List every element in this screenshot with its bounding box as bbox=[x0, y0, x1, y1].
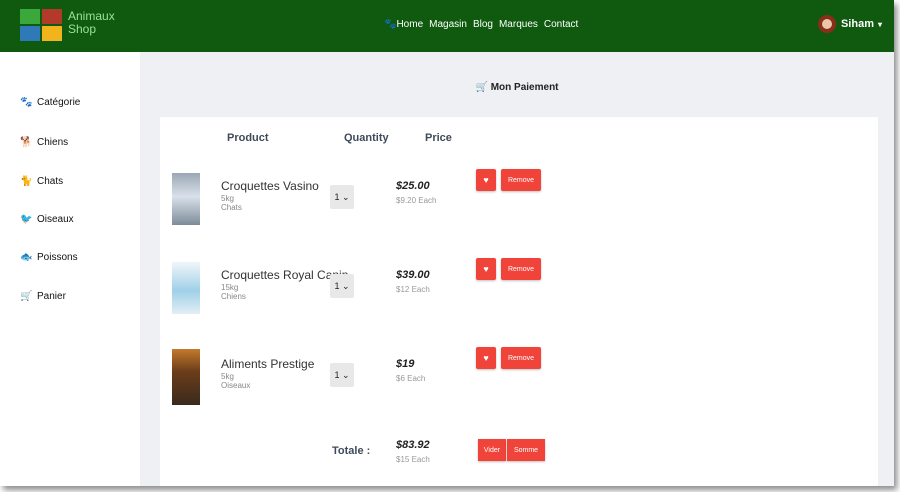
heart-icon: ♥ bbox=[483, 264, 489, 274]
sidebar-item-panier[interactable]: 🛒 Panier bbox=[20, 291, 66, 302]
table-row: Croquettes Vasino 5kg Chats 1 ⌄ $25.00 $… bbox=[160, 169, 878, 243]
logo-square bbox=[42, 9, 62, 24]
product-weight: 15kg bbox=[221, 283, 239, 292]
sidebar-item-label: Panier bbox=[37, 291, 66, 302]
dog-icon: 🐕 bbox=[20, 137, 33, 148]
table-row: Aliments Prestige 5kg Oiseaux 1 ⌄ $19 $6… bbox=[160, 347, 878, 421]
chevron-down-icon: ⌄ bbox=[341, 191, 350, 202]
clear-cart-button[interactable]: Vider bbox=[478, 439, 506, 461]
main-content: 🛒 Mon Paiement Product Quantity Price Cr… bbox=[140, 52, 894, 486]
column-header-price: Price bbox=[425, 132, 452, 144]
favorite-button[interactable]: ♥ bbox=[476, 169, 496, 191]
favorite-button[interactable]: ♥ bbox=[476, 347, 496, 369]
logo[interactable] bbox=[20, 9, 64, 43]
column-header-product: Product bbox=[227, 132, 269, 144]
sidebar-item-label: Chiens bbox=[37, 137, 69, 148]
nav-contact[interactable]: Contact bbox=[544, 19, 578, 30]
product-name: Aliments Prestige bbox=[221, 357, 315, 371]
fish-icon: 🐟 bbox=[20, 252, 33, 263]
total-unit: $15 Each bbox=[396, 455, 430, 464]
avatar bbox=[817, 15, 836, 33]
product-category: Chats bbox=[221, 203, 242, 212]
nav-marques[interactable]: Marques bbox=[499, 19, 538, 30]
product-price: $39.00 bbox=[396, 269, 430, 281]
product-category: Chiens bbox=[221, 292, 246, 301]
user-menu[interactable]: Siham ▾ bbox=[817, 15, 882, 33]
sidebar: 🐾 Catégorie 🐕 Chiens 🐈 Chats 🐦 Oiseaux 🐟… bbox=[0, 52, 140, 486]
product-name: Croquettes Vasino bbox=[221, 179, 319, 193]
paw-icon: 🐾 bbox=[20, 97, 33, 108]
sidebar-item-oiseaux[interactable]: 🐦 Oiseaux bbox=[20, 214, 74, 225]
quantity-select[interactable]: 1 ⌄ bbox=[330, 274, 354, 298]
brand-line2: Shop bbox=[68, 22, 97, 36]
favorite-button[interactable]: ♥ bbox=[476, 258, 496, 280]
page-title: 🛒 Mon Paiement bbox=[475, 82, 559, 93]
brand-name[interactable]: Animaux Shop bbox=[68, 10, 115, 36]
quantity-select[interactable]: 1 ⌄ bbox=[330, 185, 354, 209]
remove-button[interactable]: Remove bbox=[501, 258, 541, 280]
chevron-down-icon: ⌄ bbox=[341, 369, 350, 380]
cart-icon: 🛒 bbox=[475, 82, 488, 93]
product-image bbox=[172, 262, 200, 314]
heart-icon: ♥ bbox=[483, 353, 489, 363]
navbar: Animaux Shop 🐾Home Magasin Blog Marques … bbox=[0, 0, 894, 52]
product-price: $19 bbox=[396, 358, 415, 370]
heart-icon: ♥ bbox=[483, 175, 489, 185]
nav-magasin[interactable]: Magasin bbox=[429, 19, 467, 30]
sidebar-item-label: Poissons bbox=[37, 252, 78, 263]
product-category: Oiseaux bbox=[221, 381, 251, 390]
total-label: Totale : bbox=[332, 445, 371, 457]
unit-price: $9.20 Each bbox=[396, 196, 437, 205]
sidebar-item-chats[interactable]: 🐈 Chats bbox=[20, 176, 63, 187]
logo-square bbox=[20, 9, 40, 24]
sum-button[interactable]: Somme bbox=[507, 439, 545, 461]
sidebar-item-label: Oiseaux bbox=[37, 214, 74, 225]
sidebar-item-poissons[interactable]: 🐟 Poissons bbox=[20, 252, 78, 263]
total-value: $83.92 bbox=[396, 439, 430, 451]
cart-icon: 🛒 bbox=[20, 291, 33, 302]
chevron-down-icon: ⌄ bbox=[341, 280, 350, 291]
product-image bbox=[172, 349, 200, 405]
nav-home[interactable]: 🐾Home bbox=[384, 19, 423, 30]
quantity-select[interactable]: 1 ⌄ bbox=[330, 363, 354, 387]
product-image bbox=[172, 173, 200, 225]
product-weight: 5kg bbox=[221, 372, 234, 381]
unit-price: $6 Each bbox=[396, 374, 426, 383]
product-price: $25.00 bbox=[396, 180, 430, 192]
logo-square bbox=[42, 26, 62, 41]
sidebar-item-label: Catégorie bbox=[37, 97, 81, 108]
sidebar-item-label: Chats bbox=[37, 176, 64, 187]
paw-icon: 🐾 bbox=[384, 19, 397, 30]
nav-menu: 🐾Home Magasin Blog Marques Contact bbox=[384, 19, 578, 30]
remove-button[interactable]: Remove bbox=[501, 169, 541, 191]
cart-card: Product Quantity Price Croquettes Vasino… bbox=[160, 117, 878, 486]
logo-square bbox=[20, 26, 40, 41]
user-name: Siham bbox=[840, 18, 874, 30]
sidebar-item-categorie[interactable]: 🐾 Catégorie bbox=[20, 97, 80, 108]
unit-price: $12 Each bbox=[396, 285, 430, 294]
column-header-quantity: Quantity bbox=[344, 132, 389, 144]
remove-button[interactable]: Remove bbox=[501, 347, 541, 369]
bird-icon: 🐦 bbox=[20, 214, 33, 225]
caret-down-icon: ▾ bbox=[877, 19, 882, 29]
table-row: Croquettes Royal Canin 15kg Chiens 1 ⌄ $… bbox=[160, 258, 878, 332]
cat-icon: 🐈 bbox=[20, 176, 33, 187]
sidebar-item-chiens[interactable]: 🐕 Chiens bbox=[20, 137, 68, 148]
nav-blog[interactable]: Blog bbox=[473, 19, 493, 30]
product-weight: 5kg bbox=[221, 194, 234, 203]
app-window: Animaux Shop 🐾Home Magasin Blog Marques … bbox=[0, 0, 894, 486]
